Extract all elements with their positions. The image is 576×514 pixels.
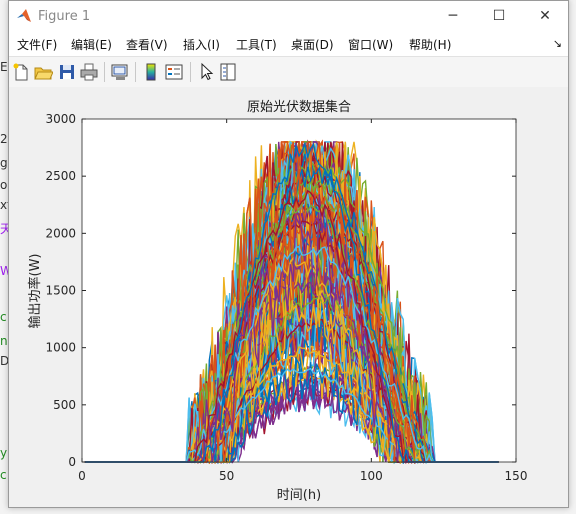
maximize-icon: ☐ <box>492 8 506 24</box>
figure-toolbar <box>9 56 568 88</box>
menu-view[interactable]: 查看(V) <box>126 36 168 53</box>
menu-help[interactable]: 帮助(H) <box>409 36 451 53</box>
close-button[interactable]: ✕ <box>522 1 568 32</box>
legend-icon <box>165 64 183 80</box>
window-title: Figure 1 <box>38 9 91 24</box>
property-inspector-button[interactable] <box>218 62 238 82</box>
figure-window: Figure 1 ─ ☐ ✕ 文件(F) 编辑(E) 查看(V) 插入(I) 工… <box>8 0 569 508</box>
y-tick-label: 1000 <box>45 341 76 355</box>
y-tick-label: 500 <box>53 398 76 412</box>
open-file-button[interactable] <box>33 62 53 82</box>
save-icon <box>60 65 74 79</box>
y-axis-label: 输出功率(W) <box>27 254 43 329</box>
open-folder-icon <box>34 67 53 80</box>
new-figure-button[interactable] <box>11 62 31 82</box>
y-tick-label: 0 <box>68 455 76 469</box>
minimize-button[interactable]: ─ <box>430 1 476 32</box>
colorbar-icon <box>146 63 156 81</box>
y-tick-label: 1500 <box>45 284 76 298</box>
save-button[interactable] <box>57 62 77 82</box>
menu-desktop[interactable]: 桌面(D) <box>291 36 334 53</box>
menu-insert[interactable]: 插入(I) <box>183 36 220 53</box>
print-button[interactable] <box>79 62 99 82</box>
y-tick-label: 2500 <box>45 169 76 183</box>
close-icon: ✕ <box>539 8 551 24</box>
new-figure-icon <box>13 63 28 81</box>
figure-canvas[interactable]: 0 50 100 150 0 500 1000 1500 2000 2500 3000 原始光伏数据… <box>9 87 568 507</box>
menu-file[interactable]: 文件(F) <box>17 36 57 53</box>
x-tick-label: 50 <box>219 469 234 483</box>
menu-bar: 文件(F) 编辑(E) 查看(V) 插入(I) 工具(T) 桌面(D) 窗口(W… <box>9 32 568 56</box>
link-plot-button[interactable] <box>110 62 130 82</box>
menu-edit[interactable]: 编辑(E) <box>71 36 112 53</box>
maximize-button[interactable]: ☐ <box>476 1 522 32</box>
x-tick-label: 0 <box>78 469 86 483</box>
x-axis-label: 时间(h) <box>277 488 321 503</box>
menu-tools[interactable]: 工具(T) <box>236 36 277 53</box>
menu-overflow-icon[interactable]: ↘ <box>553 37 562 50</box>
edit-plot-icon <box>201 62 214 81</box>
y-tick-label: 2000 <box>45 226 76 240</box>
x-tick-label: 150 <box>505 469 528 483</box>
toolbar-separator <box>135 62 136 82</box>
minimize-icon: ─ <box>448 8 458 24</box>
toolbar-separator <box>104 62 105 82</box>
toolbar-separator <box>190 62 191 82</box>
insert-colorbar-button[interactable] <box>141 62 161 82</box>
chart-title: 原始光伏数据集合 <box>247 99 351 115</box>
insert-legend-button[interactable] <box>164 62 184 82</box>
menu-window[interactable]: 窗口(W) <box>348 36 393 53</box>
y-tick-label: 3000 <box>45 112 76 126</box>
link-plot-icon <box>111 64 128 80</box>
matlab-logo-icon <box>17 9 31 22</box>
title-bar[interactable]: Figure 1 ─ ☐ ✕ <box>9 1 568 32</box>
edit-plot-button[interactable] <box>196 62 216 82</box>
property-inspector-icon <box>220 63 236 81</box>
print-icon <box>80 63 98 81</box>
x-tick-label: 100 <box>360 469 383 483</box>
chart[interactable]: 0 50 100 150050010001500200025003000 原始光伏数据… <box>9 87 568 507</box>
